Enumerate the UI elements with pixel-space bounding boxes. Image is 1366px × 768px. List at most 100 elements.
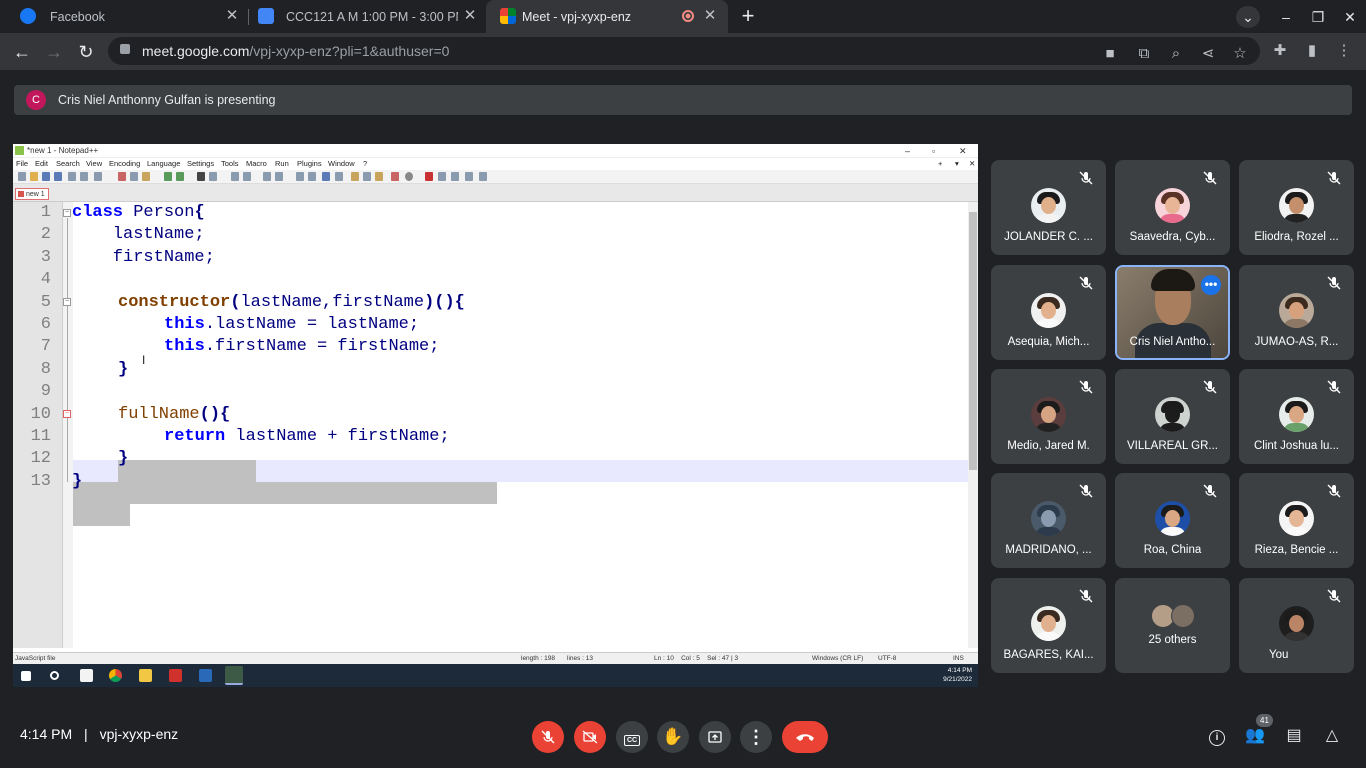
menu-edit: Edit bbox=[35, 159, 48, 168]
chrome-icon bbox=[109, 669, 122, 682]
captions-button[interactable]: CC bbox=[616, 721, 648, 753]
participant-tile[interactable]: Roa, China bbox=[1115, 473, 1230, 568]
fold-marker: − bbox=[63, 209, 71, 217]
browser-tab-classroom[interactable]: CCC121 A M 1:00 PM - 3:00 PM ✕ bbox=[238, 0, 486, 33]
mic-off-icon bbox=[1327, 484, 1341, 498]
participant-avatar bbox=[1155, 501, 1190, 536]
toolbar-cut-icon bbox=[118, 172, 126, 181]
mic-off-icon bbox=[1079, 484, 1093, 498]
browser-tab-strip: Facebook ✕ CCC121 A M 1:00 PM - 3:00 PM … bbox=[0, 0, 1366, 33]
chat-button[interactable]: ▤ bbox=[1283, 725, 1305, 747]
minimize-button[interactable]: – bbox=[1274, 6, 1298, 28]
menu-settings: Settings bbox=[187, 159, 215, 168]
notepad-minimize-icon: – bbox=[905, 146, 911, 156]
close-window-button[interactable]: ✕ bbox=[1338, 6, 1362, 28]
maximize-button[interactable]: ❐ bbox=[1306, 6, 1330, 28]
participant-avatar bbox=[1031, 606, 1066, 641]
toolbar-func-icon bbox=[363, 172, 371, 181]
browser-tab-meet[interactable]: Meet - vpj-xyxp-enz ✕ bbox=[486, 0, 728, 33]
close-tab-icon[interactable]: ✕ bbox=[462, 8, 478, 24]
close-tab-icon[interactable]: ✕ bbox=[702, 8, 718, 24]
mic-off-icon bbox=[1079, 380, 1093, 394]
reload-button[interactable]: ↻ bbox=[74, 40, 98, 64]
new-tab-button[interactable]: + bbox=[736, 5, 760, 29]
present-now-button[interactable] bbox=[699, 721, 731, 753]
meet-window: Facebook ✕ CCC121 A M 1:00 PM - 3:00 PM … bbox=[0, 0, 1366, 768]
raise-hand-button[interactable]: ✋ bbox=[657, 721, 689, 753]
participant-tile[interactable]: JOLANDER C. ... bbox=[991, 160, 1106, 255]
leave-call-button[interactable] bbox=[782, 721, 828, 753]
participant-tile[interactable]: Rieza, Bencie ... bbox=[1239, 473, 1354, 568]
browser-tab-facebook[interactable]: Facebook ✕ bbox=[0, 0, 248, 33]
menu-run: Run bbox=[275, 159, 289, 168]
extensions-icon[interactable]: ✚ bbox=[1270, 41, 1290, 61]
participant-tile[interactable]: Clint Joshua lu... bbox=[1239, 369, 1354, 464]
raise-hand-icon: ✋ bbox=[662, 727, 684, 746]
people-button[interactable]: 👥 bbox=[1244, 725, 1266, 747]
people-icon: 👥 bbox=[1245, 727, 1265, 744]
open-in-new-icon[interactable]: ⧉ bbox=[1134, 44, 1154, 64]
url-text: meet.google.com/vpj-xyxp-enz?pli=1&authu… bbox=[142, 43, 449, 59]
toolbar-new-icon bbox=[18, 172, 26, 181]
shared-screen[interactable]: *new 1 - Notepad++ – ▫ ✕ File Edit Searc… bbox=[13, 144, 978, 687]
participant-tile[interactable]: Eliodra, Rozel ... bbox=[1239, 160, 1354, 255]
line-number: 10 bbox=[30, 404, 51, 424]
side-panel-icon[interactable]: ▮ bbox=[1302, 41, 1322, 61]
scrollbar-thumb bbox=[969, 212, 977, 470]
participant-name: Medio, Jared M. bbox=[1007, 440, 1090, 452]
toolbar-indent-icon bbox=[322, 172, 330, 181]
more-options-button[interactable]: ⋮ bbox=[740, 721, 772, 753]
more-options-icon[interactable]: ••• bbox=[1201, 275, 1221, 295]
call-end-icon bbox=[796, 734, 814, 741]
participant-tile[interactable]: BAGARES, KAI... bbox=[991, 578, 1106, 673]
windows-start-icon bbox=[21, 671, 31, 681]
meet-controls-bar: 4:14 PM | vpj-xyxp-enz CC ✋ ⋮ i 👥 41 ▤ △ bbox=[0, 710, 1366, 760]
mic-off-icon bbox=[1203, 171, 1217, 185]
participant-tile[interactable]: Asequia, Mich... bbox=[991, 265, 1106, 360]
camera-toggle-button[interactable] bbox=[574, 721, 606, 753]
meeting-details-button[interactable]: i bbox=[1206, 725, 1228, 747]
others-tile[interactable]: 25 others bbox=[1115, 578, 1230, 673]
participant-tile[interactable]: VILLAREAL GR... bbox=[1115, 369, 1230, 464]
toolbar-record-icon bbox=[405, 172, 413, 181]
line-number: 7 bbox=[40, 337, 51, 357]
notepad-menu-bar: File Edit Search View Encoding Language … bbox=[13, 158, 978, 170]
line-number: 6 bbox=[40, 315, 51, 334]
forward-button[interactable]: → bbox=[42, 40, 66, 64]
participant-tile-self[interactable]: You bbox=[1239, 578, 1354, 673]
menu-view: View bbox=[86, 159, 103, 168]
info-icon: i bbox=[1209, 730, 1225, 746]
participant-tile-presenter[interactable]: ••• Cris Niel Antho... bbox=[1115, 265, 1230, 360]
participant-name: VILLAREAL GR... bbox=[1127, 440, 1218, 452]
toolbar-macro-play-icon bbox=[451, 172, 459, 181]
activities-button[interactable]: △ bbox=[1321, 725, 1343, 747]
menu-plugins: Plugins bbox=[297, 159, 322, 168]
meet-stage: C Cris Niel Anthonny Gulfan is presentin… bbox=[0, 70, 1366, 768]
mic-off-icon bbox=[1327, 171, 1341, 185]
notepad-close-icon: ✕ bbox=[959, 146, 967, 156]
pdf-reader-icon bbox=[169, 669, 182, 682]
bookmark-star-icon[interactable]: ☆ bbox=[1230, 44, 1250, 64]
address-bar[interactable]: meet.google.com/vpj-xyxp-enz?pli=1&authu… bbox=[108, 37, 1260, 65]
meeting-code: vpj-xyxp-enz bbox=[99, 726, 179, 742]
camera-permission-icon[interactable]: ■ bbox=[1100, 44, 1120, 64]
mic-toggle-button[interactable] bbox=[532, 721, 564, 753]
mic-off-icon bbox=[1327, 589, 1341, 603]
code-token: this bbox=[164, 337, 205, 357]
code-token: return bbox=[164, 427, 226, 446]
tab-search-button[interactable]: ⌄ bbox=[1236, 6, 1260, 28]
browser-menu-icon[interactable]: ⋮ bbox=[1334, 41, 1354, 61]
chat-icon: ▤ bbox=[1286, 727, 1302, 744]
share-icon[interactable]: ⋖ bbox=[1198, 44, 1218, 64]
participant-avatar bbox=[1279, 188, 1314, 223]
participant-tile[interactable]: JUMAO-AS, R... bbox=[1239, 265, 1354, 360]
code-line: fullName(){ bbox=[118, 404, 978, 426]
participant-tile[interactable]: MADRIDANO, ... bbox=[991, 473, 1106, 568]
toolbar-allchars-icon bbox=[308, 172, 316, 181]
participant-name: MADRIDANO, ... bbox=[1005, 544, 1092, 556]
windows-taskbar: 4:14 PM 9/21/2022 bbox=[13, 664, 978, 687]
participant-tile[interactable]: Saavedra, Cyb... bbox=[1115, 160, 1230, 255]
back-button[interactable]: ← bbox=[10, 40, 34, 64]
zoom-icon[interactable]: ⌕ bbox=[1166, 44, 1186, 64]
participant-tile[interactable]: Medio, Jared M. bbox=[991, 369, 1106, 464]
